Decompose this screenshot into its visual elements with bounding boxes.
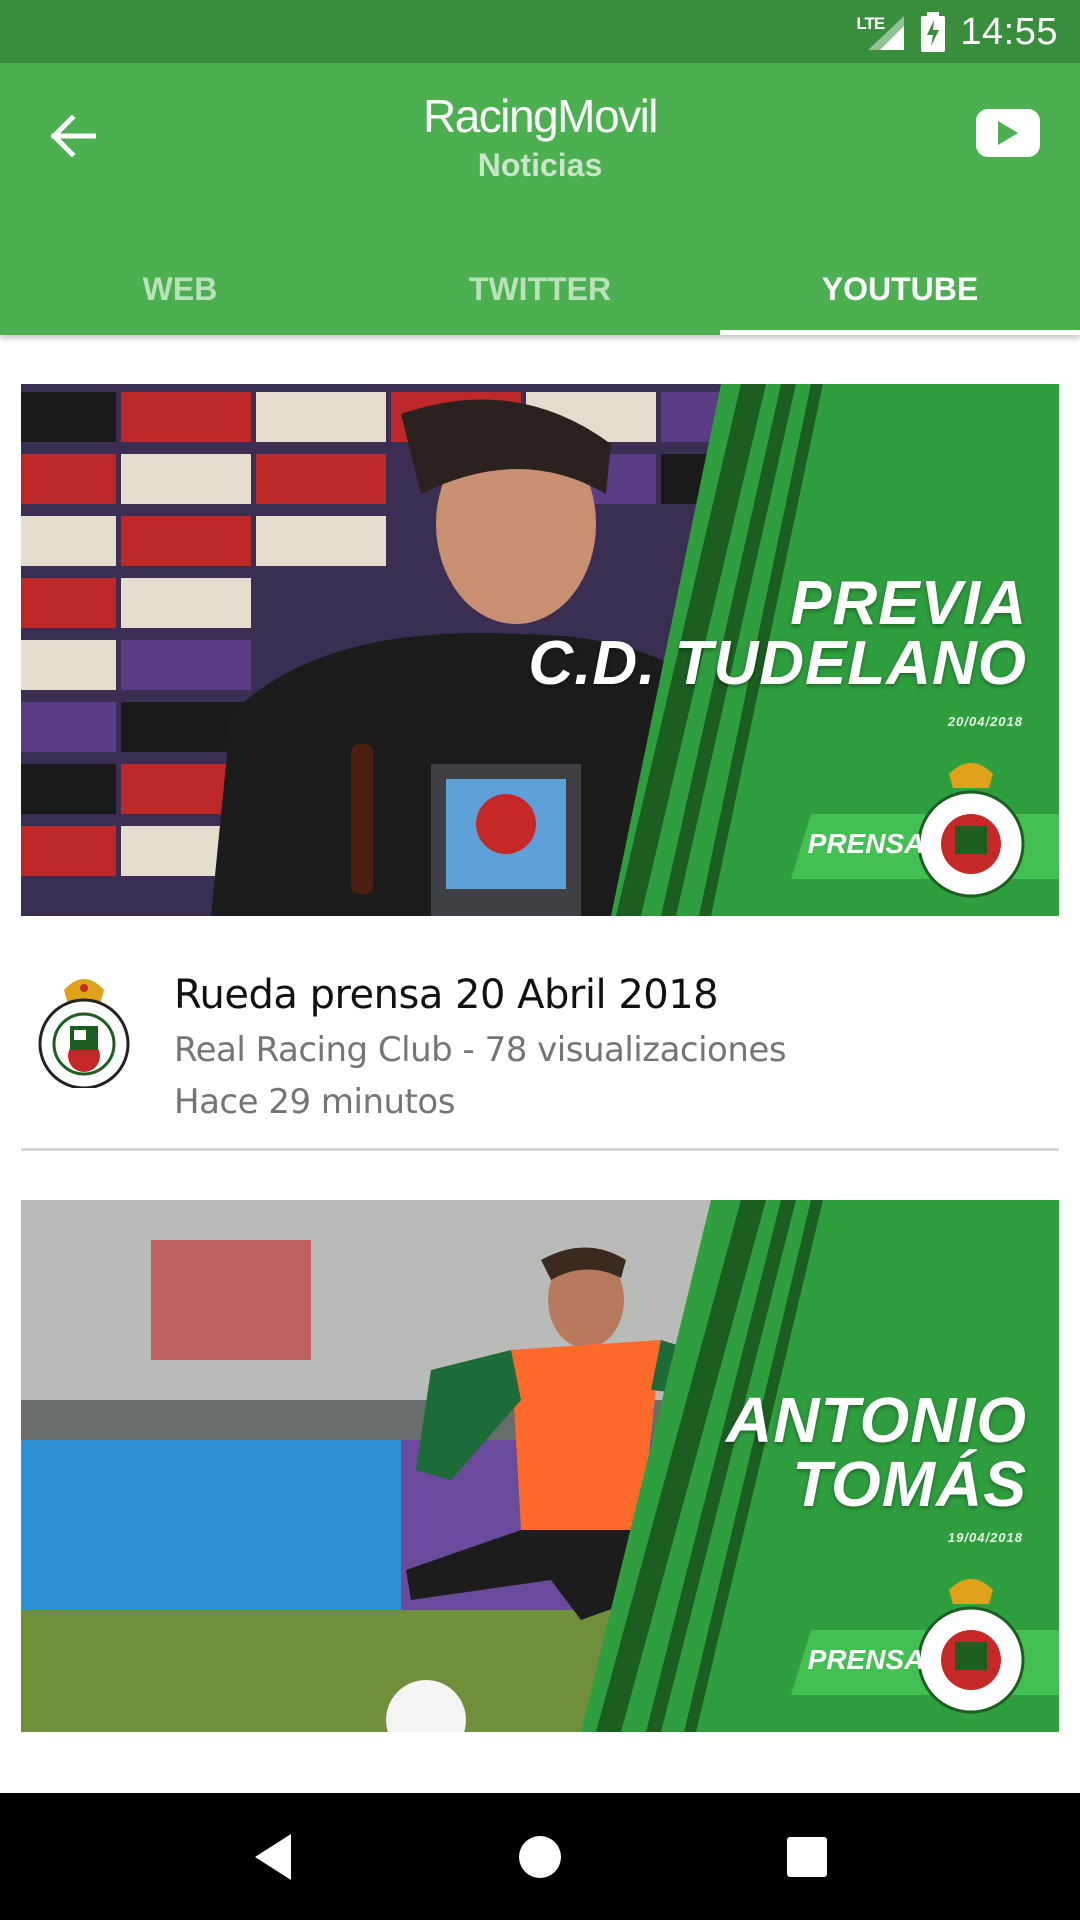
nav-back-button[interactable]: [233, 1817, 313, 1897]
thumbnail-title-line2: TOMÁS: [792, 1448, 1027, 1520]
app-title-part1: Racing: [422, 90, 559, 142]
nav-home-icon: [518, 1835, 561, 1878]
tab-bar: WEB TWITTER YOUTUBE: [0, 243, 1080, 335]
nav-back-icon: [255, 1833, 292, 1880]
thumbnail-badge: PRENSA: [807, 828, 925, 859]
thumbnail-badge: PRENSA: [807, 1644, 925, 1675]
tab-web[interactable]: WEB: [0, 243, 360, 335]
thumbnail-title-line1: ANTONIO: [726, 1384, 1027, 1456]
nav-recents-button[interactable]: [767, 1817, 847, 1897]
app-bar: RacingMovil Noticias WEB TWITTER YOUTUBE: [0, 63, 1080, 335]
video-thumbnail[interactable]: ANTONIO TOMÁS 19/04/2018 PRENSA: [21, 1200, 1059, 1732]
title-block: RacingMovil Noticias: [0, 89, 1080, 187]
channel-avatar: [38, 979, 130, 1088]
youtube-icon: [998, 121, 1018, 145]
video-title[interactable]: Rueda prensa 20 Abril 2018: [174, 972, 719, 1018]
video-channel-views: Real Racing Club - 78 visualizaciones: [174, 1030, 787, 1070]
status-icons: LTE 14:55: [854, 8, 1058, 56]
thumbnail-title-line1: PREVIA: [790, 569, 1027, 638]
video-time-ago: Hace 29 minutos: [174, 1082, 455, 1122]
tab-twitter[interactable]: TWITTER: [360, 243, 720, 335]
app-title: RacingMovil: [0, 89, 1080, 143]
battery-charging-icon: [921, 12, 946, 52]
video-card[interactable]: PREVIA C.D. TUDELANO 20/04/2018 PRENSA R…: [21, 384, 1059, 1151]
clock: 14:55: [960, 10, 1058, 53]
video-thumbnail[interactable]: PREVIA C.D. TUDELANO 20/04/2018 PRENSA: [21, 384, 1059, 916]
page-subtitle: Noticias: [477, 147, 603, 183]
thumbnail-date: 19/04/2018: [947, 1530, 1023, 1545]
video-meta[interactable]: Rueda prensa 20 Abril 2018 Real Racing C…: [21, 916, 1059, 1151]
youtube-button[interactable]: [976, 109, 1040, 157]
video-card[interactable]: ANTONIO TOMÁS 19/04/2018 PRENSA: [21, 1200, 1059, 1732]
app-title-part2: Movil: [557, 90, 658, 142]
divider: [21, 1148, 1059, 1151]
thumbnail-title-line2: C.D. TUDELANO: [528, 629, 1027, 698]
tab-youtube[interactable]: YOUTUBE: [720, 243, 1080, 335]
system-nav-bar: [0, 1793, 1080, 1920]
nav-recents-icon: [786, 1836, 827, 1877]
signal-icon: LTE: [854, 12, 906, 52]
thumbnail-title: PREVIA C.D. TUDELANO: [528, 569, 1027, 698]
thumbnail-title: ANTONIO TOMÁS: [726, 1388, 1027, 1516]
thumbnail-date: 20/04/2018: [947, 714, 1023, 729]
status-bar: LTE 14:55: [0, 0, 1080, 63]
nav-home-button[interactable]: [500, 1817, 580, 1897]
video-feed[interactable]: PREVIA C.D. TUDELANO 20/04/2018 PRENSA R…: [0, 335, 1080, 1793]
